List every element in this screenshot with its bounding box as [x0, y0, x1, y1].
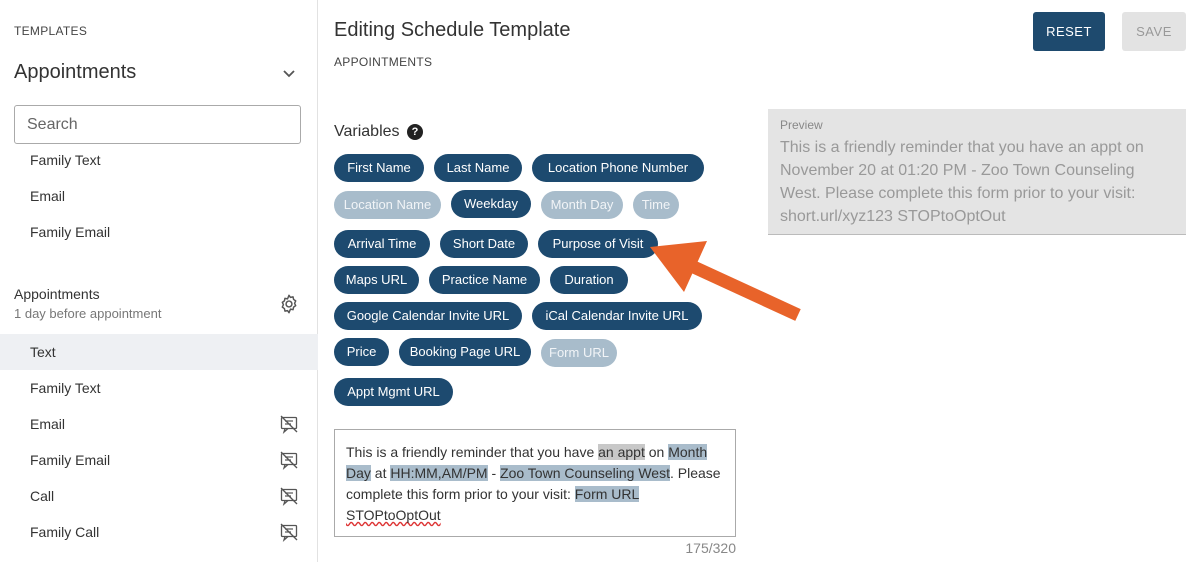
variable-chip-location-name[interactable]: Location Name: [334, 191, 441, 219]
variable-chip-appt-mgmt-url[interactable]: Appt Mgmt URL: [334, 378, 453, 406]
editor-variable-token[interactable]: an appt: [598, 444, 645, 460]
sidebar-item-call[interactable]: Call: [0, 478, 318, 514]
save-button[interactable]: SAVE: [1122, 12, 1186, 51]
page-title: Editing Schedule Template: [334, 19, 571, 41]
variable-chip-last-name[interactable]: Last Name: [434, 154, 522, 182]
sidebar-item-email[interactable]: Email: [0, 178, 318, 214]
group-subtitle: 1 day before appointment: [14, 306, 162, 321]
sidebar-caption: TEMPLATES: [14, 24, 88, 38]
sidebar-item-label: Family Text: [30, 380, 101, 396]
editor-text: at: [370, 465, 391, 481]
search-input[interactable]: [14, 105, 301, 144]
no-message-icon: [280, 523, 298, 542]
editor-optout-text: STOPtoOptOut: [346, 507, 441, 523]
templates-sidebar: TEMPLATES Appointments Family Text Email…: [0, 0, 318, 562]
sidebar-item-family-call[interactable]: Family Call: [0, 514, 318, 550]
variable-chip-practice-name[interactable]: Practice Name: [429, 266, 540, 294]
sidebar-item-family-text[interactable]: Family Text: [0, 370, 318, 406]
sidebar-item-family-text[interactable]: Family Text: [0, 142, 318, 178]
variable-chip-location-phone-number[interactable]: Location Phone Number: [532, 154, 704, 182]
gear-icon[interactable]: [278, 293, 300, 315]
sidebar-item-label: Family Call: [30, 524, 100, 540]
sidebar-item-family-email[interactable]: Family Email: [0, 214, 318, 250]
editor-text: This is a friendly reminder that you hav…: [346, 444, 599, 460]
no-message-icon: [280, 415, 298, 434]
variable-chip-duration[interactable]: Duration: [550, 266, 628, 294]
sidebar-item-label: Text: [30, 344, 56, 360]
help-icon[interactable]: ?: [407, 124, 423, 140]
sidebar-title: Appointments: [14, 61, 137, 83]
variable-chip-price[interactable]: Price: [334, 338, 389, 366]
preview-panel: Preview This is a friendly reminder that…: [768, 109, 1186, 235]
variable-chip-form-url[interactable]: Form URL: [541, 339, 617, 367]
variable-chip-arrival-time[interactable]: Arrival Time: [334, 230, 430, 258]
preview-text: This is a friendly reminder that you hav…: [780, 139, 1144, 225]
editor-variable-token[interactable]: HH:MM,AM/PM: [390, 465, 488, 481]
annotation-arrow-icon: [650, 241, 801, 321]
editor-text: -: [487, 465, 501, 481]
variable-chip-weekday[interactable]: Weekday: [451, 190, 531, 218]
variable-chip-month-day[interactable]: Month Day: [541, 191, 623, 219]
sidebar-item-label: Family Email: [30, 452, 111, 468]
sidebar-item-email[interactable]: Email: [0, 406, 318, 442]
variable-chip-maps-url[interactable]: Maps URL: [334, 266, 419, 294]
variable-chip-booking-page-url[interactable]: Booking Page URL: [399, 338, 531, 366]
group-title: Appointments: [14, 286, 100, 302]
editor-variable-token[interactable]: Form URL: [574, 486, 640, 502]
message-editor[interactable]: This is a friendly reminder that you hav…: [334, 429, 736, 537]
editor-text: on: [644, 444, 669, 460]
editor-variable-token[interactable]: Zoo Town Counseling West: [500, 465, 670, 481]
sidebar-item-label: Email: [30, 416, 66, 432]
sidebar-item-family-email[interactable]: Family Email: [0, 442, 318, 478]
variable-chip-time[interactable]: Time: [633, 191, 679, 219]
sidebar-item-label: Call: [30, 488, 55, 504]
chevron-down-icon[interactable]: [279, 63, 299, 83]
variable-chip-first-name[interactable]: First Name: [334, 154, 424, 182]
preview-label: Preview: [780, 118, 823, 132]
variable-chip-short-date[interactable]: Short Date: [440, 230, 528, 258]
character-counter: 175/320: [685, 540, 736, 556]
variable-chip-google-calendar-invite-url[interactable]: Google Calendar Invite URL: [334, 302, 522, 330]
page-subtitle: APPOINTMENTS: [334, 55, 433, 69]
no-message-icon: [280, 487, 298, 506]
reset-button[interactable]: RESET: [1033, 12, 1105, 51]
no-message-icon: [280, 451, 298, 470]
sidebar-item-text[interactable]: Text: [0, 334, 318, 370]
variables-label: Variables: [334, 123, 400, 140]
